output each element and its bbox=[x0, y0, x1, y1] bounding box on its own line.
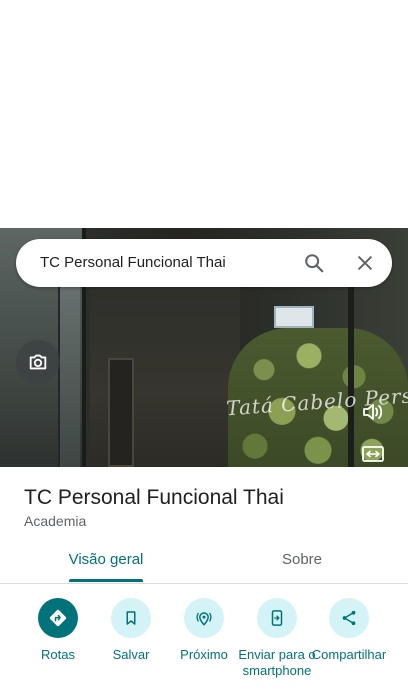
save-label: Salvar bbox=[112, 647, 150, 662]
search-icon bbox=[305, 254, 324, 273]
photo-tv-screen bbox=[274, 306, 314, 328]
nearby-circle bbox=[184, 598, 224, 638]
share-button[interactable]: Compartilhar bbox=[309, 598, 389, 663]
place-title: TC Personal Funcional Thai bbox=[24, 486, 284, 509]
tab-about[interactable]: Sobre bbox=[252, 538, 352, 583]
send-to-phone-circle bbox=[257, 598, 297, 638]
clear-search-button[interactable] bbox=[347, 245, 383, 281]
directions-label: Rotas bbox=[41, 647, 75, 662]
send-to-phone-button[interactable]: Enviar para o smartphone bbox=[237, 598, 317, 679]
sound-toggle-button[interactable] bbox=[359, 398, 387, 426]
share-circle bbox=[329, 598, 369, 638]
blank-header-area bbox=[0, 0, 408, 228]
share-label: Compartilhar bbox=[311, 647, 387, 662]
directions-circle bbox=[38, 598, 78, 638]
camera-icon bbox=[29, 354, 47, 370]
tab-overview[interactable]: Visão geral bbox=[56, 538, 156, 583]
send-to-phone-label: Enviar para o smartphone bbox=[238, 647, 316, 678]
active-tab-indicator bbox=[69, 579, 143, 582]
directions-button[interactable]: Rotas bbox=[18, 598, 98, 663]
place-tabs: Visão geral Sobre bbox=[0, 538, 408, 584]
photo-door bbox=[108, 358, 134, 467]
expand-photo-button[interactable] bbox=[359, 440, 387, 468]
photo-door-frame bbox=[348, 268, 354, 467]
search-query[interactable]: TC Personal Funcional Thai bbox=[40, 239, 226, 287]
volume-icon bbox=[363, 404, 383, 420]
directions-icon bbox=[49, 609, 67, 627]
search-bar[interactable]: TC Personal Funcional Thai bbox=[16, 239, 392, 287]
nearby-button[interactable]: Próximo bbox=[164, 598, 244, 663]
nearby-icon bbox=[196, 612, 212, 626]
save-circle bbox=[111, 598, 151, 638]
expand-icon bbox=[362, 446, 384, 462]
share-icon bbox=[342, 610, 356, 626]
bookmark-icon bbox=[126, 611, 136, 625]
close-icon bbox=[358, 256, 372, 270]
nearby-label: Próximo bbox=[180, 647, 228, 662]
place-category[interactable]: Academia bbox=[24, 511, 86, 531]
photo-glass-panel bbox=[58, 268, 80, 467]
add-photo-button[interactable] bbox=[16, 340, 60, 384]
send-to-phone-icon bbox=[271, 610, 283, 626]
search-button[interactable] bbox=[296, 245, 332, 281]
save-button[interactable]: Salvar bbox=[91, 598, 171, 663]
